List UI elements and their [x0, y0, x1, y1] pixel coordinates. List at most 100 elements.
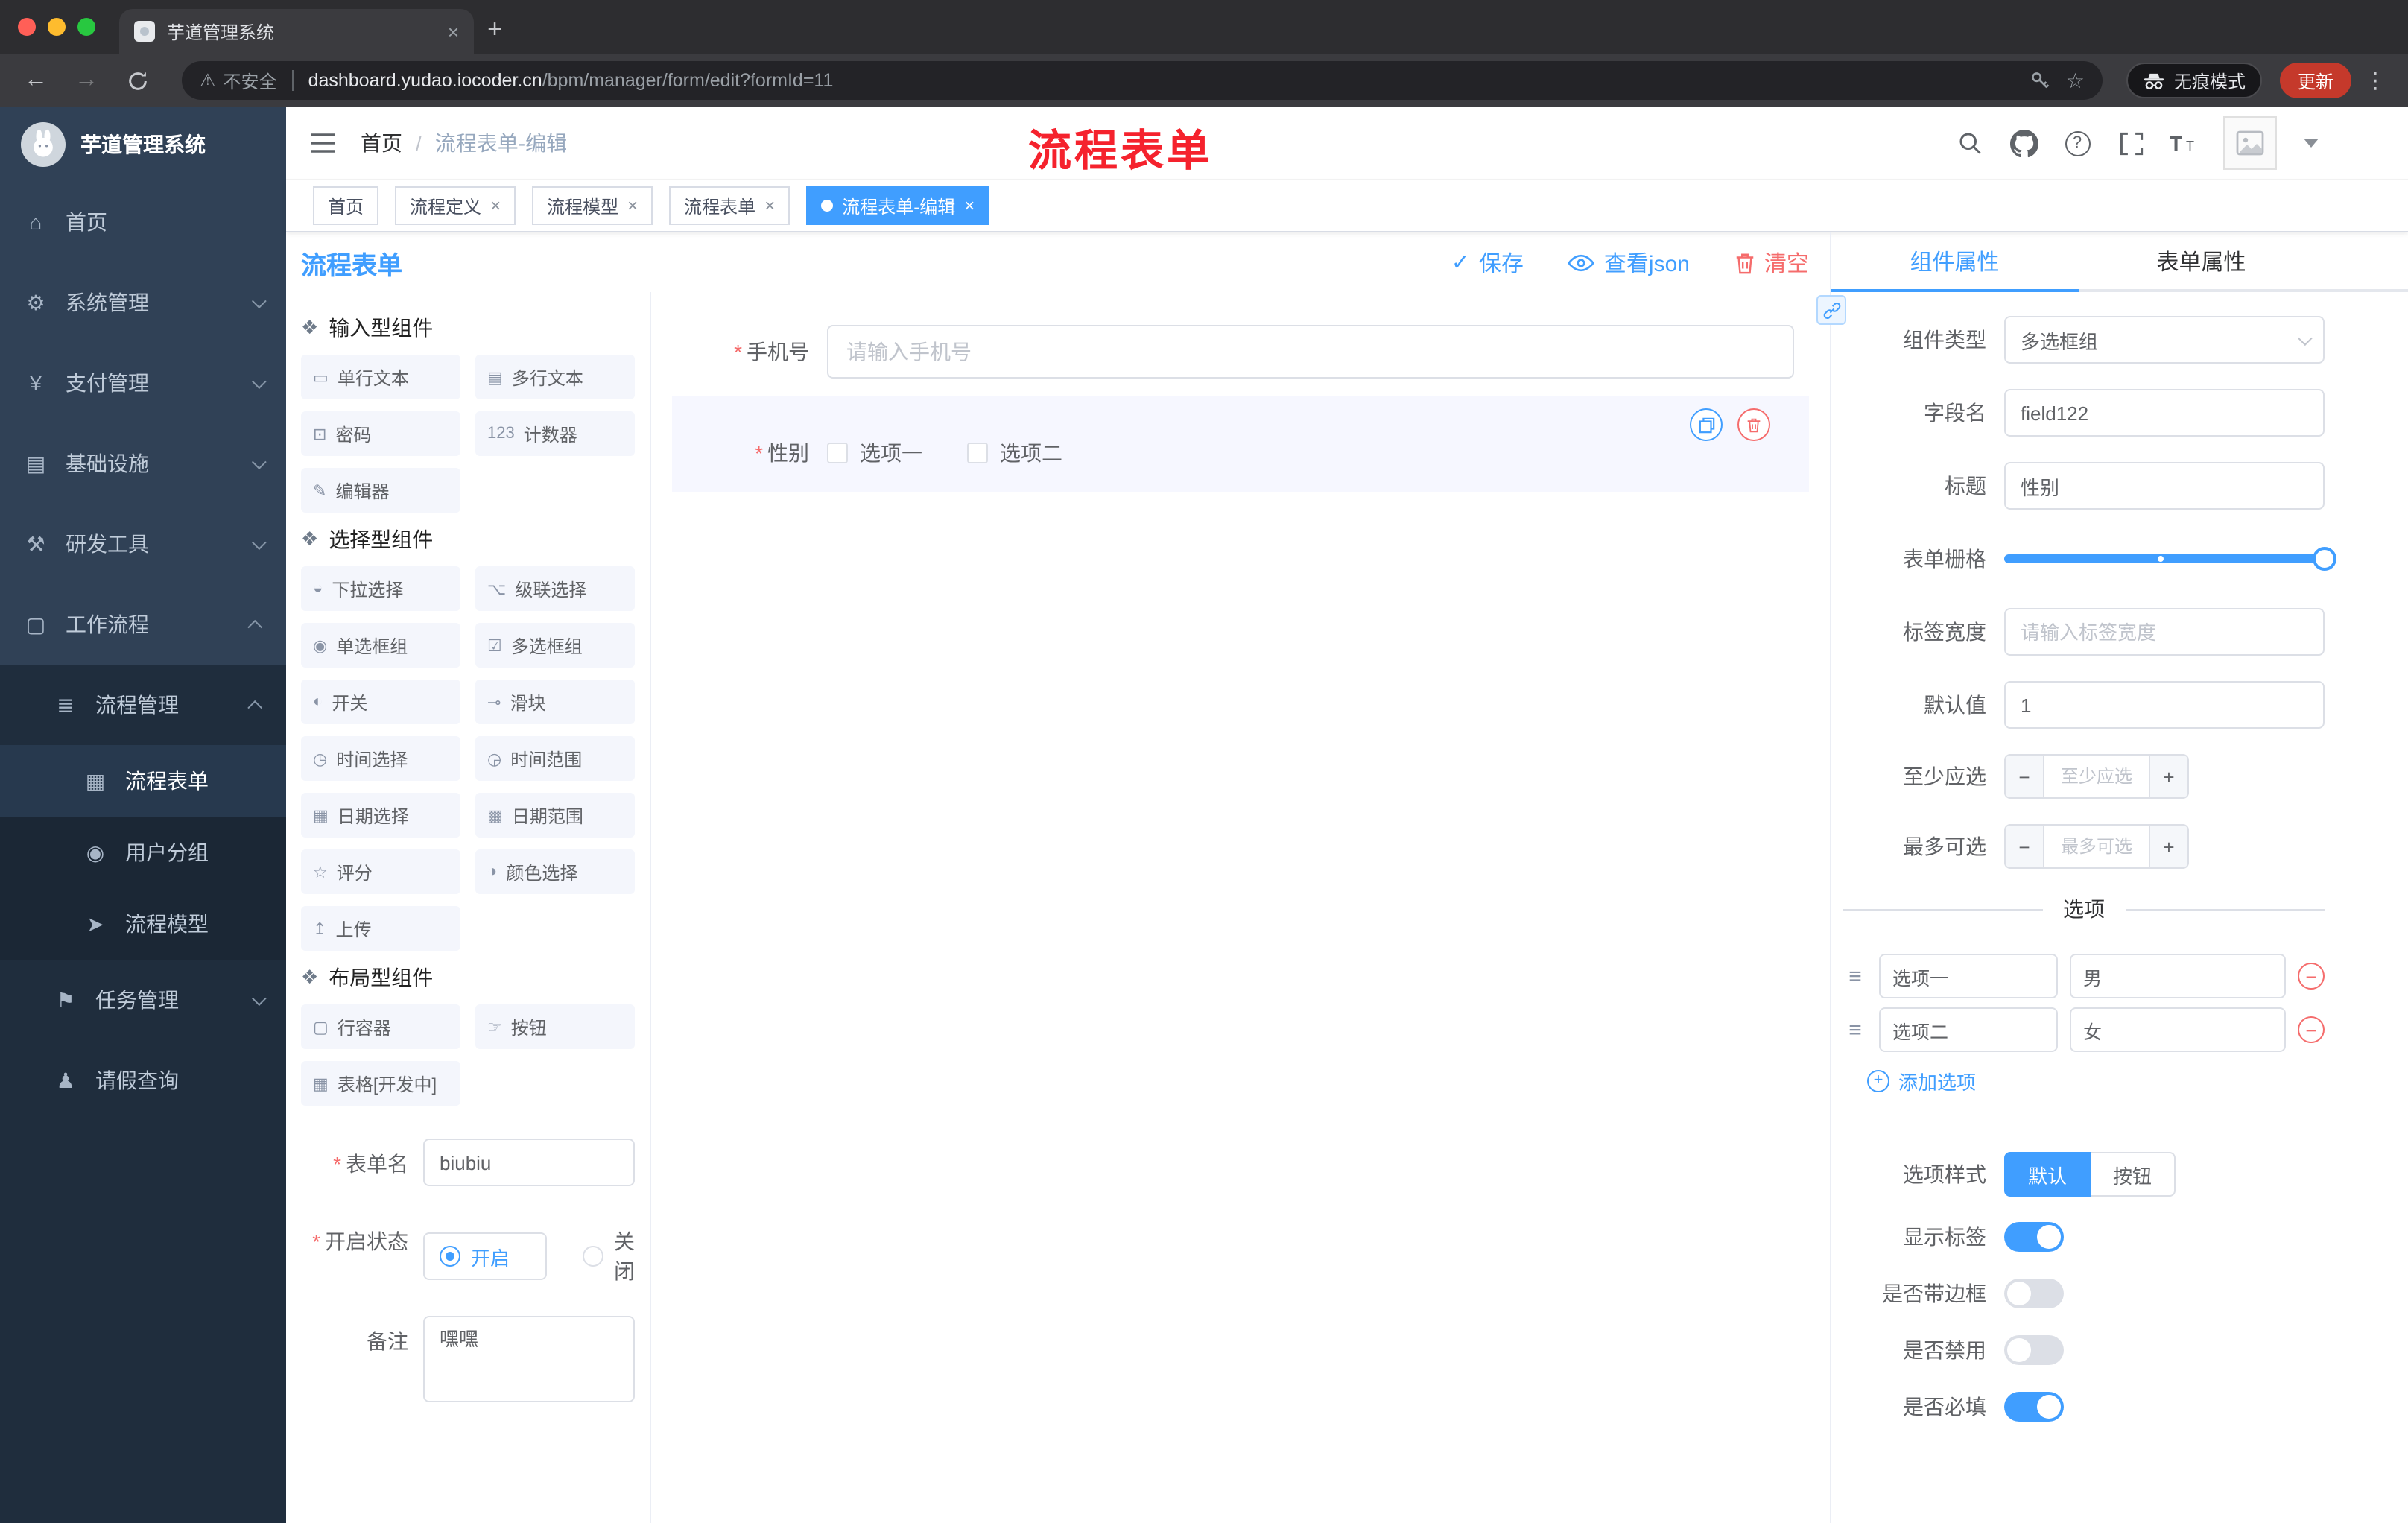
sidebar-item-process-mgmt[interactable]: ≣ 流程管理: [0, 665, 286, 745]
selected-widget-gender[interactable]: 性别 选项一 选项二: [672, 396, 1809, 492]
option-value-input[interactable]: [2070, 1007, 2286, 1052]
browser-tab[interactable]: 芋道管理系统 ×: [119, 9, 474, 54]
option-name-input[interactable]: [1879, 1007, 2058, 1052]
border-toggle[interactable]: [2004, 1279, 2064, 1308]
avatar[interactable]: [2223, 116, 2277, 170]
remark-textarea[interactable]: 嘿嘿: [423, 1316, 635, 1402]
chip-upload[interactable]: ↥ 上传: [301, 906, 460, 951]
increase-button[interactable]: +: [2149, 826, 2187, 867]
radio-open[interactable]: 开启: [423, 1232, 547, 1280]
password-key-icon[interactable]: [2030, 70, 2051, 91]
chip-slider[interactable]: ⊸ 滑块: [475, 680, 635, 724]
zoom-window-button[interactable]: [77, 18, 95, 36]
tag-process-form-edit[interactable]: 流程表单-编辑 ×: [806, 186, 990, 225]
address-bar[interactable]: ⚠ 不安全 dashboard.yudao.iocoder.cn /bpm/ma…: [182, 61, 2103, 100]
tab-close-icon[interactable]: ×: [448, 22, 459, 41]
back-button[interactable]: ←: [15, 60, 57, 101]
sidebar-item-user-group[interactable]: ◉ 用户分组: [0, 817, 286, 888]
max-checked-input[interactable]: [2044, 826, 2149, 867]
github-button[interactable]: [2009, 128, 2038, 158]
breadcrumb-home[interactable]: 首页: [361, 128, 402, 158]
chip-checkbox-group[interactable]: ☑ 多选框组: [475, 623, 635, 668]
tag-close-icon[interactable]: ×: [764, 197, 775, 215]
chip-password[interactable]: ⊡ 密码: [301, 411, 460, 456]
chip-single-line-text[interactable]: ▭ 单行文本: [301, 355, 460, 399]
disabled-toggle[interactable]: [2004, 1335, 2064, 1365]
sidebar-item-process-form[interactable]: ▦ 流程表单: [0, 745, 286, 817]
tag-process-model[interactable]: 流程模型 ×: [532, 186, 653, 225]
chip-row-container[interactable]: ▢ 行容器: [301, 1004, 460, 1049]
chip-multi-line-text[interactable]: ▤ 多行文本: [475, 355, 635, 399]
tab-form-props[interactable]: 表单属性: [2078, 232, 2325, 289]
close-window-button[interactable]: [18, 18, 36, 36]
default-value-input[interactable]: [2004, 681, 2325, 729]
save-button[interactable]: ✓ 保存: [1451, 247, 1524, 278]
gender-field-row[interactable]: 性别 选项一 选项二: [678, 438, 1794, 468]
form-canvas[interactable]: 手机号: [651, 292, 1830, 1523]
chip-table-wip[interactable]: ▦ 表格[开发中]: [301, 1061, 460, 1106]
component-type-select[interactable]: 多选框组: [2004, 316, 2325, 364]
delete-widget-button[interactable]: [1737, 408, 1770, 441]
chip-switch[interactable]: ◐ 开关: [301, 680, 460, 724]
grid-slider[interactable]: [2004, 535, 2336, 583]
new-tab-button[interactable]: +: [474, 9, 516, 51]
slider-handle[interactable]: [2313, 547, 2336, 571]
sidebar-item-system[interactable]: ⚙ 系统管理: [0, 262, 286, 343]
sidebar-item-home[interactable]: ⌂ 首页: [0, 182, 286, 262]
chip-time-range[interactable]: ◶ 时间范围: [475, 736, 635, 781]
title-input[interactable]: [2004, 462, 2325, 510]
tag-close-icon[interactable]: ×: [964, 197, 975, 215]
avatar-dropdown-caret[interactable]: [2304, 139, 2319, 148]
fullscreen-button[interactable]: [2116, 128, 2146, 158]
sidebar-item-leave-query[interactable]: ♟ 请假查询: [0, 1040, 286, 1121]
decrease-button[interactable]: −: [2006, 756, 2044, 797]
bookmark-star-icon[interactable]: ☆: [2066, 68, 2085, 93]
sidebar-logo[interactable]: 芋道管理系统: [0, 107, 286, 182]
style-button-button[interactable]: 按钮: [2091, 1152, 2176, 1197]
font-size-button[interactable]: TT: [2170, 128, 2199, 158]
tab-component-props[interactable]: 组件属性: [1831, 232, 2078, 292]
style-default-button[interactable]: 默认: [2004, 1152, 2091, 1197]
remove-option-button[interactable]: −: [2298, 963, 2325, 990]
option-value-input[interactable]: [2070, 954, 2286, 998]
minimize-window-button[interactable]: [48, 18, 66, 36]
required-toggle[interactable]: [2004, 1392, 2064, 1422]
forward-button[interactable]: →: [66, 60, 107, 101]
copy-widget-button[interactable]: [1690, 408, 1723, 441]
clear-button[interactable]: 清空: [1734, 247, 1809, 278]
option-name-input[interactable]: [1879, 954, 2058, 998]
phone-field-row[interactable]: 手机号: [678, 325, 1794, 379]
tag-process-form[interactable]: 流程表单 ×: [669, 186, 790, 225]
tag-close-icon[interactable]: ×: [490, 197, 501, 215]
show-label-toggle[interactable]: [2004, 1222, 2064, 1252]
browser-update-button[interactable]: 更新: [2279, 63, 2351, 98]
chip-rate[interactable]: ☆ 评分: [301, 849, 460, 894]
hamburger-button[interactable]: [310, 131, 337, 155]
checkbox-option-two[interactable]: 选项二: [967, 438, 1062, 468]
form-name-input[interactable]: [423, 1139, 635, 1186]
checkbox-option-one[interactable]: 选项一: [827, 438, 922, 468]
drag-handle-icon[interactable]: ≡: [1843, 1017, 1867, 1042]
sidebar-item-payment[interactable]: ¥ 支付管理: [0, 343, 286, 423]
chip-date-range[interactable]: ▩ 日期范围: [475, 793, 635, 838]
chip-color-picker[interactable]: ◑ 颜色选择: [475, 849, 635, 894]
help-button[interactable]: ?: [2062, 128, 2092, 158]
remove-option-button[interactable]: −: [2298, 1016, 2325, 1043]
tag-process-definition[interactable]: 流程定义 ×: [395, 186, 516, 225]
chip-counter[interactable]: 123 计数器: [475, 411, 635, 456]
chip-radio-group[interactable]: ◉ 单选框组: [301, 623, 460, 668]
chip-dropdown-select[interactable]: ◒ 下拉选择: [301, 566, 460, 611]
phone-input[interactable]: [827, 325, 1794, 379]
add-option-button[interactable]: + 添加选项: [1867, 1067, 2325, 1095]
decrease-button[interactable]: −: [2006, 826, 2044, 867]
sidebar-item-process-model[interactable]: ➤ 流程模型: [0, 888, 286, 960]
search-button[interactable]: [1955, 128, 1985, 158]
sidebar-item-workflow[interactable]: ▢ 工作流程: [0, 584, 286, 665]
browser-menu-button[interactable]: ⋮: [2360, 67, 2390, 94]
link-handle[interactable]: [1816, 295, 1846, 325]
chip-time-picker[interactable]: ◷ 时间选择: [301, 736, 460, 781]
chip-editor[interactable]: ✎ 编辑器: [301, 468, 460, 513]
tag-close-icon[interactable]: ×: [627, 197, 638, 215]
radio-closed[interactable]: 关闭: [583, 1226, 635, 1286]
label-width-input[interactable]: [2004, 608, 2325, 656]
